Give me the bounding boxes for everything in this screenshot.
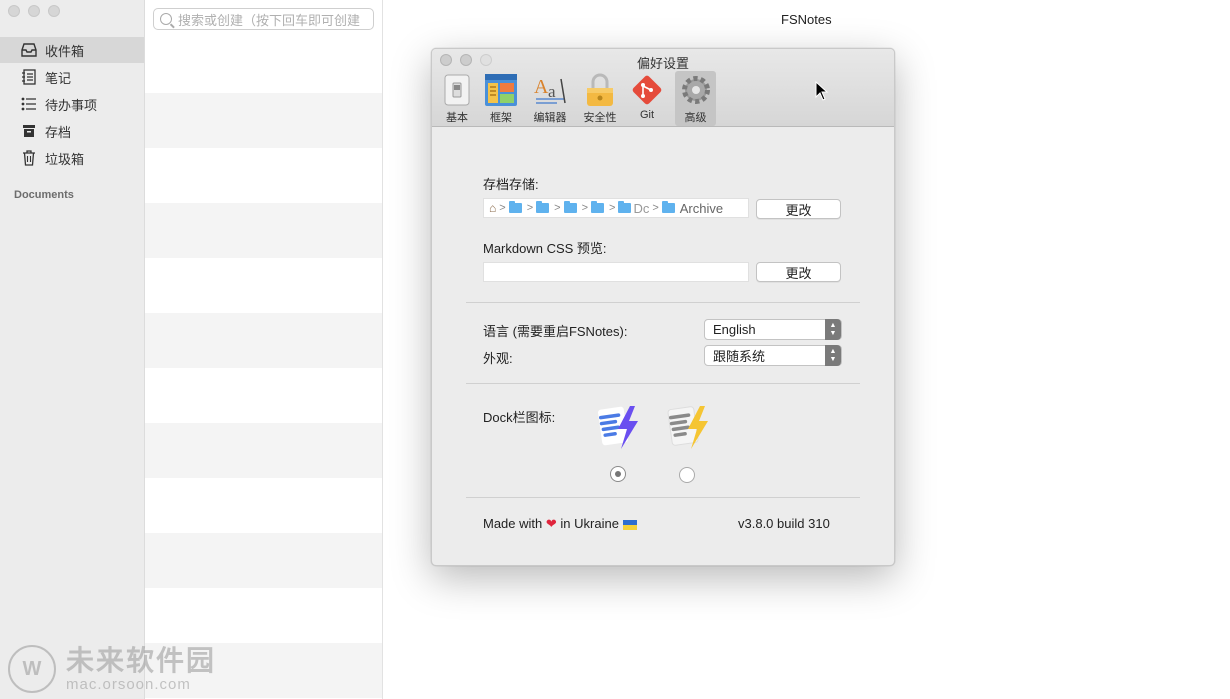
sidebar-item-label: 笔记 — [45, 70, 72, 86]
svg-text:a: a — [548, 82, 556, 101]
sidebar-section-documents[interactable]: Documents — [14, 189, 74, 201]
markdown-css-field[interactable] — [483, 262, 749, 282]
sidebar-item-inbox[interactable]: 收件箱 — [0, 37, 144, 63]
change-archive-button[interactable]: 更改 — [756, 199, 841, 219]
tab-label: 编辑器 — [533, 112, 567, 124]
tab-git[interactable]: Git — [629, 71, 665, 126]
list-row — [145, 313, 382, 368]
list-row — [145, 533, 382, 588]
minimize-window-button[interactable] — [28, 5, 40, 17]
switch-icon — [440, 73, 474, 107]
archive-icon — [21, 123, 37, 139]
inbox-icon — [21, 42, 37, 58]
preferences-window: 偏好设置 基本 框架 Aa 编辑器 安全性 Git 高级 存档存储: ⌂ > >… — [431, 48, 895, 566]
made-with-pre: Made with — [483, 516, 543, 531]
sidebar: 收件箱 笔记 待办事项 存档 垃圾箱 Documents — [0, 0, 145, 699]
folder-icon — [563, 201, 577, 213]
watermark-text: 未来软件园 mac.orsoon.com — [66, 644, 217, 693]
folder-icon — [536, 201, 550, 213]
made-with-post: in Ukraine — [560, 516, 619, 531]
sidebar-item-trash[interactable]: 垃圾箱 — [0, 145, 144, 171]
tab-label: 高级 — [684, 112, 707, 124]
trash-icon — [21, 150, 37, 166]
appearance-value: 跟随系统 — [713, 349, 766, 364]
folder-icon — [508, 201, 522, 213]
dock-icon-radio-blue[interactable] — [610, 466, 626, 482]
preferences-title: 偏好设置 — [636, 56, 689, 71]
font-icon: Aa — [533, 73, 567, 107]
search-icon — [160, 13, 172, 25]
tab-label: Git — [639, 109, 655, 121]
divider — [466, 302, 860, 303]
sidebar-item-todo[interactable]: 待办事项 — [0, 91, 144, 117]
list-row — [145, 423, 382, 478]
dock-icon-option-blue — [598, 406, 638, 449]
language-select[interactable]: English ▲ ▼ — [704, 319, 842, 340]
sidebar-item-label: 存档 — [45, 124, 72, 140]
folder-icon — [591, 201, 604, 213]
sidebar-item-label: 垃圾箱 — [45, 151, 85, 167]
layout-icon — [484, 73, 518, 107]
version-text: v3.8.0 build 310 — [738, 516, 830, 531]
made-with-text: Made with ❤ in Ukraine — [483, 516, 637, 532]
path-segment: Dc — [633, 200, 650, 216]
path-segment-archive: Archive — [679, 200, 724, 216]
archive-path-control[interactable]: ⌂ > > > > > Dc > Archive — [483, 198, 749, 218]
ukraine-flag-icon — [622, 519, 637, 530]
gear-icon — [679, 73, 713, 107]
watermark-logo-icon: W — [8, 645, 56, 693]
tab-label: 安全性 — [583, 112, 617, 124]
appearance-label: 外观: — [483, 351, 513, 366]
divider — [466, 497, 860, 498]
git-icon — [630, 73, 664, 107]
window-controls — [8, 5, 60, 17]
svg-text:A: A — [534, 76, 549, 98]
list-row — [145, 203, 382, 258]
search-input[interactable]: 搜索或创建（按下回车即可创建 — [153, 8, 374, 30]
dock-icon-radio-yellow[interactable] — [679, 467, 695, 483]
folder-icon — [661, 201, 675, 213]
watermark-cn: 未来软件园 — [66, 644, 217, 676]
sidebar-item-notes[interactable]: 笔记 — [0, 64, 144, 90]
sidebar-item-label: 收件箱 — [45, 43, 85, 59]
change-css-button[interactable]: 更改 — [756, 262, 841, 282]
tab-editor[interactable]: Aa 编辑器 — [530, 71, 570, 126]
tab-label: 框架 — [490, 112, 512, 124]
chevron-updown-icon: ▲ ▼ — [825, 345, 841, 366]
watermark: W 未来软件园 mac.orsoon.com — [8, 645, 216, 693]
home-folder-icon: ⌂ — [489, 201, 497, 215]
tab-layout[interactable]: 框架 — [482, 71, 520, 126]
tab-security[interactable]: 安全性 — [580, 71, 620, 126]
archive-storage-label: 存档存储: — [483, 177, 539, 192]
mouse-cursor-icon — [815, 81, 829, 101]
language-label: 语言 (需要重启FSNotes): — [483, 324, 628, 339]
sidebar-item-archive[interactable]: 存档 — [0, 118, 144, 144]
tab-label: 基本 — [446, 112, 468, 124]
heart-icon: ❤ — [545, 516, 557, 531]
folder-icon — [618, 201, 632, 213]
list-row — [145, 93, 382, 148]
dock-icon-option-yellow — [667, 406, 708, 449]
note-list: 搜索或创建（按下回车即可创建 — [145, 0, 383, 699]
tab-advanced[interactable]: 高级 — [675, 71, 716, 126]
appearance-select[interactable]: 跟随系统 ▲ ▼ — [704, 345, 842, 366]
divider — [466, 383, 860, 384]
chevron-updown-icon: ▲ ▼ — [825, 319, 841, 340]
watermark-en: mac.orsoon.com — [66, 675, 191, 693]
tab-basic[interactable]: 基本 — [439, 71, 475, 126]
close-window-button[interactable] — [8, 5, 20, 17]
markdown-css-label: Markdown CSS 预览: — [483, 241, 607, 256]
language-value: English — [713, 322, 756, 337]
app-title: FSNotes — [781, 12, 832, 27]
dock-icon-label: Dock栏图标: — [483, 410, 556, 425]
checklist-icon — [21, 96, 37, 112]
notebook-icon — [21, 69, 37, 85]
sidebar-item-label: 待办事项 — [45, 97, 98, 113]
search-placeholder: 搜索或创建（按下回车即可创建 — [178, 12, 361, 28]
zoom-window-button[interactable] — [48, 5, 60, 17]
lock-icon — [583, 73, 617, 107]
